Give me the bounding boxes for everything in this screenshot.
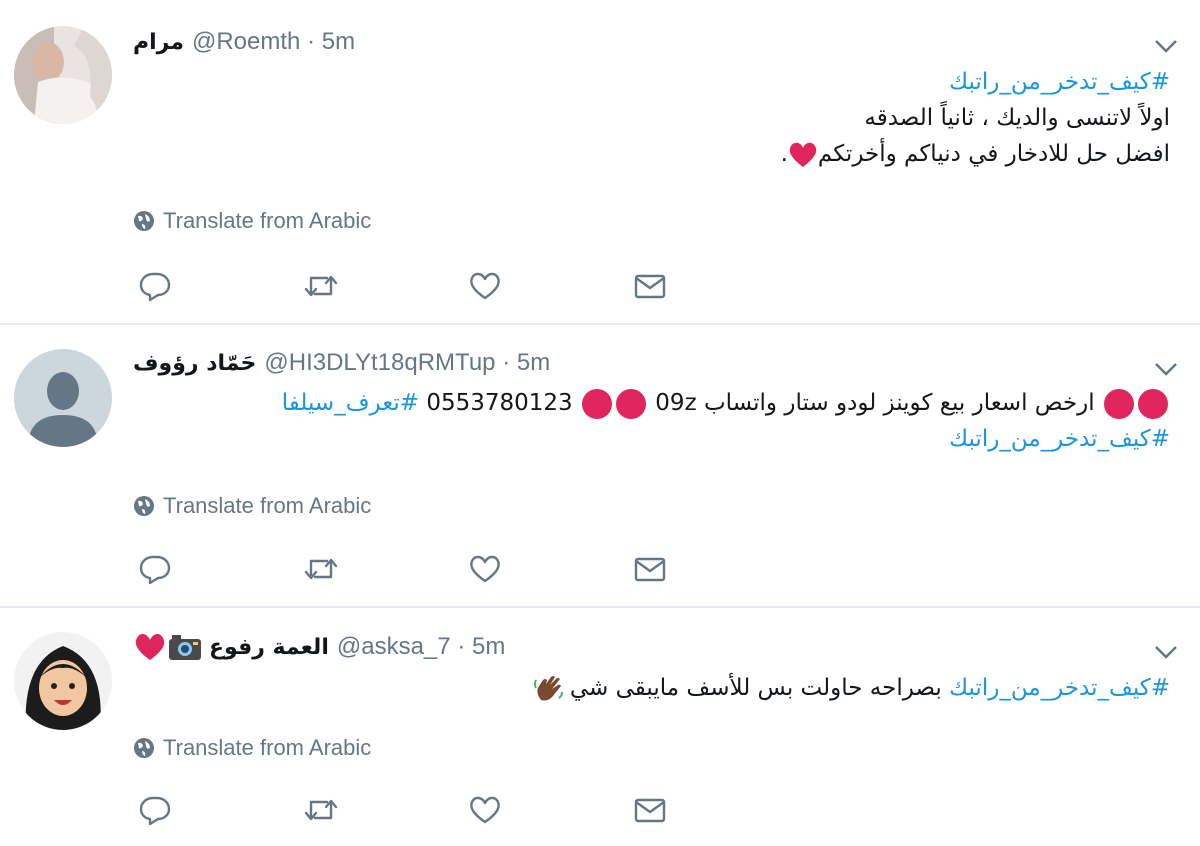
heart-icon <box>470 272 500 300</box>
display-name[interactable]: حَمّاد رؤوف <box>133 351 256 376</box>
reply-icon <box>139 555 171 585</box>
red-circle-icon <box>581 388 612 419</box>
retweet-icon <box>304 275 338 297</box>
handle[interactable]: @HI3DLYt18qRMTup <box>264 349 495 377</box>
chevron-down-icon[interactable] <box>1154 361 1178 377</box>
chevron-down-icon[interactable] <box>1154 38 1178 54</box>
tweet-header: مرام @Roemth · 5m <box>133 28 355 56</box>
red-circle-icon <box>615 388 646 419</box>
dm-button[interactable] <box>633 553 798 585</box>
display-name[interactable]: مرام <box>133 30 184 55</box>
waving-hand-icon <box>533 675 563 700</box>
timestamp[interactable]: · 5m <box>502 349 550 377</box>
like-button[interactable] <box>468 794 633 826</box>
heart-icon <box>470 555 500 583</box>
dm-button[interactable] <box>633 794 798 826</box>
tweet-line: ارخص اسعار بيع كوينز لودو ستار واتساب 05… <box>282 385 1170 421</box>
code-text: 09z <box>655 390 697 416</box>
phone-number: 0553780123 <box>426 390 573 416</box>
avatar-photo <box>14 26 112 124</box>
tweet-line: #كيف_تدخر_من_راتبك بصراحه حاولت بس للأسف… <box>533 670 1170 706</box>
tweet-text: #كيف_تدخر_من_راتبك اولاً لاتنسى والديك ،… <box>781 64 1170 172</box>
tweet[interactable]: حَمّاد رؤوف @HI3DLYt18qRMTup · 5m ارخص ا… <box>0 323 1200 606</box>
tweet-text: ارخص اسعار بيع كوينز لودو ستار واتساب 05… <box>282 385 1170 457</box>
tweet-line-suffix: . <box>780 141 788 167</box>
hashtag-link[interactable]: #كيف_تدخر_من_راتبك <box>949 675 1170 701</box>
default-avatar <box>14 349 112 447</box>
dm-button[interactable] <box>633 270 798 302</box>
tweet-text: #كيف_تدخر_من_راتبك بصراحه حاولت بس للأسف… <box>533 670 1170 706</box>
camera-icon <box>169 635 201 660</box>
reply-button[interactable] <box>138 794 303 826</box>
tweet[interactable]: مرام @Roemth · 5m #كيف_تدخر_من_راتبك اول… <box>0 0 1200 323</box>
red-heart-icon <box>135 634 165 660</box>
tweet-actions <box>138 270 798 302</box>
tweet-line-text: ارخص اسعار بيع كوينز لودو ستار واتساب <box>703 390 1095 416</box>
translate-link[interactable]: Translate from Arabic <box>133 735 371 761</box>
translate-label: Translate from Arabic <box>163 493 372 518</box>
tweet-line: افضل حل للادخار في دنياكم وأخرتكم. <box>781 136 1170 172</box>
mail-icon <box>634 798 666 823</box>
retweet-icon <box>304 558 338 580</box>
mail-icon <box>634 557 666 582</box>
avatar-cartoon <box>14 632 112 730</box>
retweet-button[interactable] <box>303 794 468 826</box>
hashtag-link[interactable]: #كيف_تدخر_من_راتبك <box>949 426 1170 452</box>
tweet-line: اولاً لاتنسى والديك ، ثانياً الصدقه <box>864 105 1170 131</box>
hashtag-link[interactable]: #كيف_تدخر_من_راتبك <box>949 69 1170 95</box>
display-name[interactable]: العمة رفوع <box>209 635 329 660</box>
avatar[interactable] <box>14 26 112 124</box>
chevron-down-icon[interactable] <box>1154 644 1178 660</box>
avatar[interactable] <box>14 349 112 447</box>
red-circle-icon <box>1138 388 1168 419</box>
timeline: مرام @Roemth · 5m #كيف_تدخر_من_راتبك اول… <box>0 0 1200 846</box>
globe-icon <box>134 738 154 758</box>
translate-link[interactable]: Translate from Arabic <box>133 493 371 519</box>
reply-icon <box>139 796 171 826</box>
reply-button[interactable] <box>138 553 303 585</box>
tweet-actions <box>138 794 798 826</box>
tweet-line-text: بصراحه حاولت بس للأسف مايبقى شي <box>569 675 942 701</box>
like-button[interactable] <box>468 270 633 302</box>
tweet-actions <box>138 553 798 585</box>
name-emojis <box>133 632 203 662</box>
reply-icon <box>139 272 171 302</box>
retweet-icon <box>304 799 338 821</box>
timestamp[interactable]: · 5m <box>457 633 505 661</box>
timestamp[interactable]: · 5m <box>307 28 355 56</box>
translate-label: Translate from Arabic <box>163 208 372 233</box>
retweet-button[interactable] <box>303 270 468 302</box>
globe-icon <box>134 496 154 516</box>
red-heart-icon <box>789 142 817 167</box>
retweet-button[interactable] <box>303 553 468 585</box>
tweet[interactable]: العمة رفوع @asksa_7 · 5m #كيف_تدخر_من_را… <box>0 606 1200 846</box>
globe-icon <box>134 211 154 231</box>
heart-icon <box>470 796 500 824</box>
handle[interactable]: @asksa_7 <box>337 633 451 661</box>
tweet-header: العمة رفوع @asksa_7 · 5m <box>133 632 505 662</box>
red-circle-icon <box>1104 388 1134 419</box>
tweet-header: حَمّاد رؤوف @HI3DLYt18qRMTup · 5m <box>133 349 550 377</box>
avatar[interactable] <box>14 632 112 730</box>
reply-button[interactable] <box>138 270 303 302</box>
handle[interactable]: @Roemth <box>192 28 300 56</box>
mail-icon <box>634 274 666 299</box>
hashtag-link[interactable]: #تعرف_سيلفا <box>282 390 419 416</box>
like-button[interactable] <box>468 553 633 585</box>
translate-label: Translate from Arabic <box>163 735 372 760</box>
tweet-line-text: افضل حل للادخار في دنياكم وأخرتكم <box>817 141 1170 167</box>
translate-link[interactable]: Translate from Arabic <box>133 208 371 234</box>
